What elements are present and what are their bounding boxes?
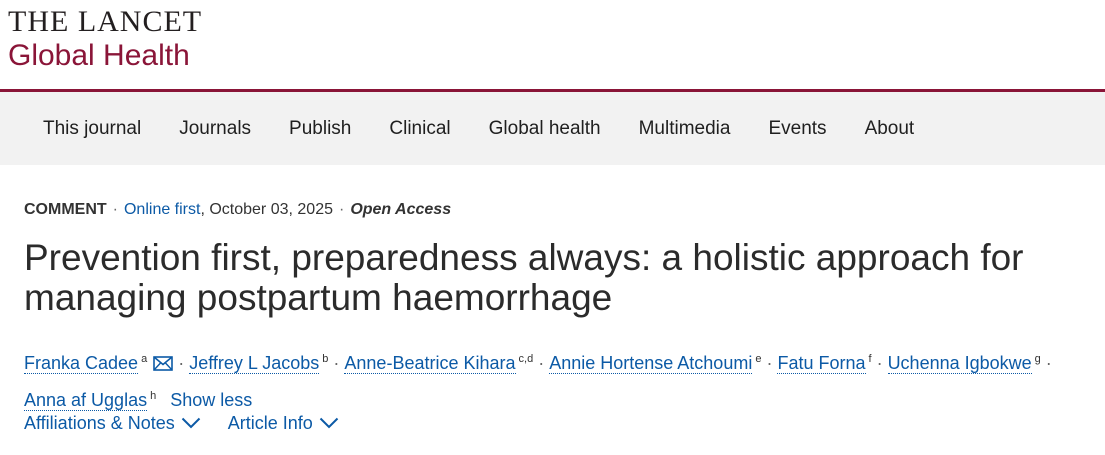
affiliation-ref[interactable]: f [869,353,872,365]
nav-item-clinical[interactable]: Clinical [389,118,450,140]
nav-item-multimedia[interactable]: Multimedia [639,118,731,140]
author-separator: · [766,353,773,373]
affiliations-notes-toggle[interactable]: Affiliations & Notes [24,413,201,434]
article-info-label: Article Info [227,413,313,433]
meta-separator: · [112,201,118,218]
show-less-button[interactable]: Show less [170,390,252,410]
author-link[interactable]: Annie Hortense Atchoumi [549,353,753,374]
affiliations-notes-label: Affiliations & Notes [24,413,175,433]
author-link[interactable]: Anna af Ugglas [24,390,148,411]
author-separator: · [1045,353,1052,373]
affiliation-ref[interactable]: g [1035,353,1041,365]
affiliation-ref[interactable]: h [150,390,156,402]
meta-separator: · [338,201,345,218]
affiliation-ref[interactable]: c,d [519,353,534,365]
nav-item-global-health[interactable]: Global health [489,118,601,140]
logo-line-2: Global Health [8,39,190,72]
open-access-label: Open Access [350,201,452,218]
journal-logo[interactable]: THE LANCET Global Health [8,6,202,72]
article-info-toggle[interactable]: Article Info [228,413,339,434]
author-link[interactable]: Fatu Forna [777,353,866,374]
chevron-down-icon [181,413,201,434]
envelope-icon[interactable] [153,350,174,381]
nav-item-about[interactable]: About [865,118,915,140]
article-meta: COMMENT · Online first, October 03, 2025 · O… [24,200,451,220]
author-separator: · [178,353,185,373]
nav-item-journals[interactable]: Journals [179,118,251,140]
author-link[interactable]: Franka Cadee [24,353,139,374]
nav-item-this-journal[interactable]: This journal [43,118,141,140]
affiliation-ref[interactable]: a [141,353,147,365]
author-link[interactable]: Jeffrey L Jacobs [189,353,320,374]
logo-line-1: THE LANCET [8,5,203,38]
nav-item-publish[interactable]: Publish [289,118,351,140]
main-nav: This journal Journals Publish Clinical G… [0,92,1105,165]
author-separator: · [876,353,883,373]
online-first-link[interactable]: Online first [124,201,200,218]
article-title: Prevention first, preparedness always: a… [24,237,1024,318]
author-link[interactable]: Uchenna Igbokwe [887,353,1032,374]
author-list: Franka Cadee a · Jeffrey L Jacobs b · Anne-Bea… [24,344,1094,416]
article-toggles: Affiliations & Notes Article Info [24,413,361,434]
affiliation-ref[interactable]: b [322,353,328,365]
author-link[interactable]: Anne-Beatrice Kihara [344,353,516,374]
nav-item-events[interactable]: Events [768,118,826,140]
article-type: COMMENT [24,201,107,218]
chevron-down-icon [319,413,339,434]
author-separator: · [333,353,340,373]
author-separator: · [538,353,545,373]
publication-date: , October 03, 2025 [200,201,333,218]
affiliation-ref[interactable]: e [755,353,761,365]
